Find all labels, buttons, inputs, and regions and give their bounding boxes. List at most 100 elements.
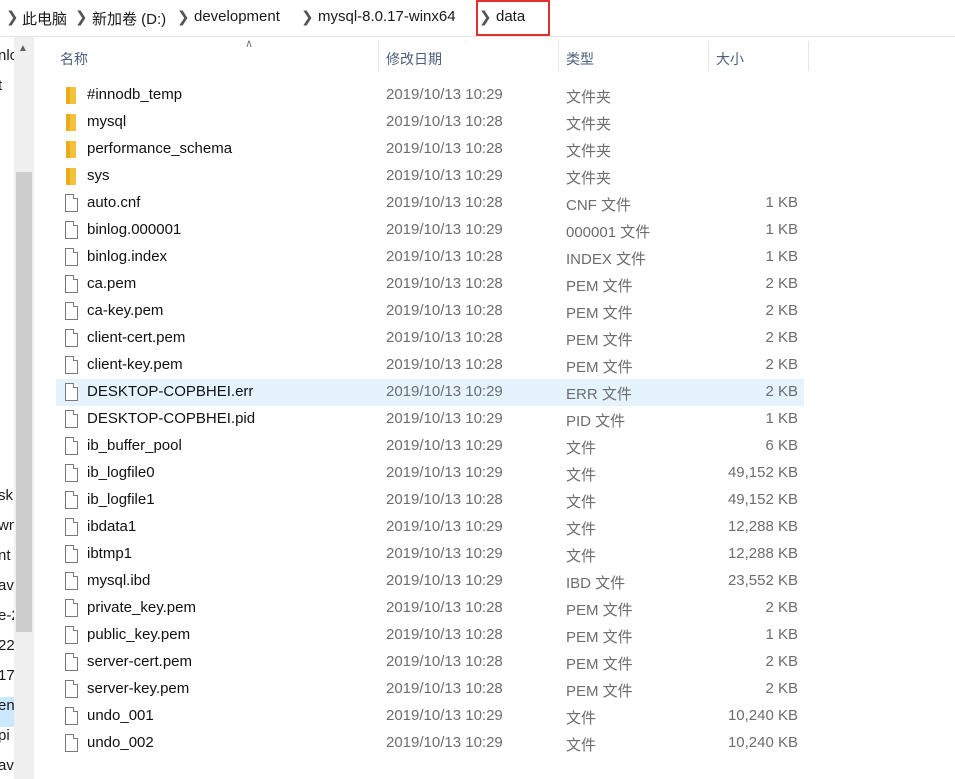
file-date: 2019/10/13 10:28 — [386, 194, 503, 211]
file-size: 49,152 KB — [727, 464, 798, 481]
address-bar[interactable]: ❯ 此电脑 ❯ 新加卷 (D:) ❯ development ❯ mysql-8… — [0, 0, 955, 37]
file-row[interactable]: binlog.index 2019/10/13 10:28 INDEX 文件 1 KB — [56, 244, 804, 271]
file-row[interactable]: private_key.pem 2019/10/13 10:28 PEM 文件 2 K… — [56, 595, 804, 622]
file-icon — [65, 599, 78, 617]
breadcrumb-mysql-folder[interactable]: mysql-8.0.17-winx64 — [318, 8, 456, 25]
file-row[interactable]: ibdata1 2019/10/13 10:29 文件 12,288 KB — [56, 514, 804, 541]
column-header-name[interactable]: 名称 — [60, 49, 88, 69]
chevron-right-icon[interactable]: ❯ — [301, 8, 314, 26]
file-icon — [65, 194, 78, 212]
column-header-date[interactable]: 修改日期 — [386, 49, 442, 69]
file-icon — [65, 329, 78, 347]
file-row[interactable]: ib_logfile1 2019/10/13 10:28 文件 49,152 KB — [56, 487, 804, 514]
scroll-up-arrow-icon[interactable]: ▲ — [18, 43, 28, 54]
file-date: 2019/10/13 10:29 — [386, 437, 503, 454]
file-date: 2019/10/13 10:28 — [386, 329, 503, 346]
nav-item[interactable]: t — [0, 77, 2, 94]
file-date: 2019/10/13 10:28 — [386, 626, 503, 643]
file-size: 49,152 KB — [727, 491, 798, 508]
file-size: 23,552 KB — [727, 572, 798, 589]
file-name: server-cert.pem — [87, 653, 193, 670]
file-size: 10,240 KB — [727, 734, 798, 751]
file-type: 文件 — [566, 548, 597, 565]
file-row[interactable]: ca.pem 2019/10/13 10:28 PEM 文件 2 KB — [56, 271, 804, 298]
scrollbar-thumb[interactable] — [16, 172, 32, 632]
column-divider[interactable] — [708, 41, 709, 71]
file-date: 2019/10/13 10:28 — [386, 356, 503, 373]
file-type: 文件 — [566, 737, 597, 754]
file-name: client-cert.pem — [87, 329, 186, 346]
file-name: ibtmp1 — [87, 545, 133, 562]
breadcrumb-drive-d[interactable]: 新加卷 (D:) — [92, 8, 166, 29]
file-icon — [65, 302, 78, 320]
file-type: 文件 — [566, 494, 597, 511]
file-row[interactable]: server-key.pem 2019/10/13 10:28 PEM 文件 2 KB — [56, 676, 804, 703]
file-size: 1 KB — [765, 194, 798, 211]
file-row[interactable]: binlog.000001 2019/10/13 10:29 000001 文件 1 … — [56, 217, 804, 244]
file-row[interactable]: client-cert.pem 2019/10/13 10:28 PEM 文件 2 K… — [56, 325, 804, 352]
file-date: 2019/10/13 10:28 — [386, 653, 503, 670]
file-row[interactable]: sys 2019/10/13 10:29 文件夹 — [56, 163, 804, 190]
file-row[interactable]: client-key.pem 2019/10/13 10:28 PEM 文件 2 KB — [56, 352, 804, 379]
breadcrumb-this-pc[interactable]: 此电脑 — [22, 8, 67, 29]
file-type: PEM 文件 — [566, 656, 633, 673]
file-row[interactable]: ibtmp1 2019/10/13 10:29 文件 12,288 KB — [56, 541, 804, 568]
column-header-size[interactable]: 大小 — [716, 49, 744, 69]
nav-item[interactable]: en — [0, 697, 15, 714]
nav-item[interactable]: av — [0, 577, 14, 594]
nav-scrollbar[interactable]: ▲ — [14, 37, 34, 779]
file-date: 2019/10/13 10:29 — [386, 86, 503, 103]
file-row[interactable]: undo_001 2019/10/13 10:29 文件 10,240 KB — [56, 703, 804, 730]
file-date: 2019/10/13 10:29 — [386, 545, 503, 562]
file-type: 文件夹 — [566, 170, 612, 187]
file-type: PEM 文件 — [566, 278, 633, 295]
file-row[interactable]: DESKTOP-COPBHEI.pid 2019/10/13 10:29 PID 文… — [56, 406, 804, 433]
file-row[interactable]: mysql 2019/10/13 10:28 文件夹 — [56, 109, 804, 136]
file-row[interactable]: ib_buffer_pool 2019/10/13 10:29 文件 6 KB — [56, 433, 804, 460]
column-divider[interactable] — [808, 41, 809, 71]
file-icon — [65, 410, 78, 428]
nav-item[interactable]: 22 — [0, 637, 15, 654]
chevron-right-icon[interactable]: ❯ — [6, 8, 19, 26]
column-header-type[interactable]: 类型 — [566, 49, 594, 69]
file-date: 2019/10/13 10:29 — [386, 410, 503, 427]
file-icon — [65, 680, 78, 698]
file-row[interactable]: auto.cnf 2019/10/13 10:28 CNF 文件 1 KB — [56, 190, 804, 217]
file-name: mysql — [87, 113, 127, 130]
folder-icon — [66, 87, 76, 104]
file-name: ca-key.pem — [87, 302, 164, 319]
file-row[interactable]: mysql.ibd 2019/10/13 10:29 IBD 文件 23,552 KB — [56, 568, 804, 595]
file-name: performance_schema — [87, 140, 233, 157]
file-row[interactable]: public_key.pem 2019/10/13 10:28 PEM 文件 1 KB — [56, 622, 804, 649]
file-row[interactable]: DESKTOP-COPBHEI.err 2019/10/13 10:29 ERR 文… — [56, 379, 804, 406]
file-name: ib_buffer_pool — [87, 437, 182, 454]
file-icon — [65, 221, 78, 239]
nav-item[interactable]: av — [0, 757, 14, 774]
file-name: ca.pem — [87, 275, 137, 292]
file-row[interactable]: undo_002 2019/10/13 10:29 文件 10,240 KB — [56, 730, 804, 757]
file-size: 1 KB — [765, 221, 798, 238]
file-row[interactable]: server-cert.pem 2019/10/13 10:28 PEM 文件 2 K… — [56, 649, 804, 676]
file-name: undo_002 — [87, 734, 154, 751]
nav-item[interactable]: sk — [0, 487, 13, 504]
file-row[interactable]: ca-key.pem 2019/10/13 10:28 PEM 文件 2 KB — [56, 298, 804, 325]
file-row[interactable]: performance_schema 2019/10/13 10:28 文件夹 — [56, 136, 804, 163]
file-date: 2019/10/13 10:29 — [386, 167, 503, 184]
file-date: 2019/10/13 10:29 — [386, 221, 503, 238]
column-divider[interactable] — [558, 41, 559, 71]
breadcrumb-development[interactable]: development — [194, 8, 280, 25]
file-size: 2 KB — [765, 356, 798, 373]
nav-item-selected[interactable]: 17 — [0, 667, 15, 684]
file-size: 10,240 KB — [727, 707, 798, 724]
file-icon — [65, 626, 78, 644]
chevron-right-icon[interactable]: ❯ — [75, 8, 88, 26]
file-icon — [65, 518, 78, 536]
file-icon — [65, 707, 78, 725]
chevron-right-icon[interactable]: ❯ — [177, 8, 190, 26]
nav-item[interactable]: pi — [0, 727, 10, 744]
file-row[interactable]: #innodb_temp 2019/10/13 10:29 文件夹 — [56, 82, 804, 109]
file-icon — [65, 383, 78, 401]
file-row[interactable]: ib_logfile0 2019/10/13 10:29 文件 49,152 KB — [56, 460, 804, 487]
column-divider[interactable] — [378, 41, 379, 71]
nav-item[interactable]: nt — [0, 547, 11, 564]
